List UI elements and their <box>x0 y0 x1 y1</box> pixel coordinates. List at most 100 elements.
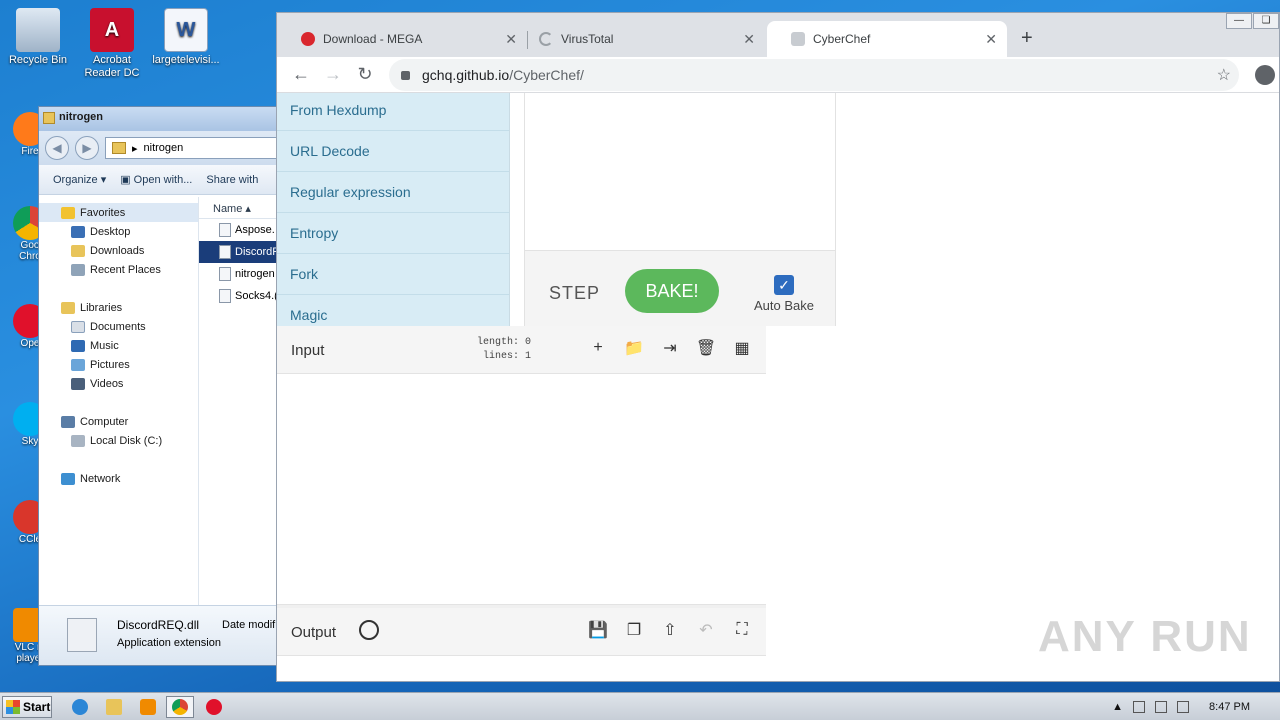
nav-item-downloads[interactable]: Downloads <box>39 241 198 260</box>
operation-item[interactable]: Magic <box>277 295 509 326</box>
address-bar[interactable]: gchq.github.io/CyberChef/ ☆ <box>389 59 1239 91</box>
profile-avatar-icon[interactable] <box>1255 65 1275 85</box>
minimize-button[interactable]: — <box>1226 13 1252 29</box>
explorer-address-bar: ◀ ▶ ▸ nitrogen <box>39 131 287 165</box>
nav-item-libraries[interactable]: Libraries <box>39 298 198 317</box>
tab-virustotal[interactable]: VirusTotal ✕ <box>515 21 765 57</box>
fullscreen-icon[interactable]: ⛶ <box>732 620 752 640</box>
nav-item-documents[interactable]: Documents <box>39 317 198 336</box>
nav-item-recent-places[interactable]: Recent Places <box>39 260 198 279</box>
address-field[interactable]: ▸ nitrogen <box>105 137 287 159</box>
network-icon[interactable] <box>1155 701 1168 713</box>
new-tab-button[interactable]: + <box>1021 27 1033 50</box>
explorer-window: nitrogen ◀ ▶ ▸ nitrogen Organize ▾ ▣ Ope… <box>38 106 288 666</box>
taskbar-opera[interactable] <box>200 696 228 718</box>
save-icon[interactable]: 💾 <box>588 620 608 640</box>
share-with-button[interactable]: Share with <box>206 174 258 186</box>
nav-item-network[interactable]: Network <box>39 469 198 488</box>
close-icon[interactable]: ✕ <box>985 31 997 48</box>
file-icon <box>219 223 231 237</box>
nav-item-favorites[interactable]: Favorites <box>39 203 198 222</box>
taskbar-media-player[interactable] <box>134 696 162 718</box>
libraries-icon <box>61 301 75 314</box>
operation-item[interactable]: Entropy <box>277 213 509 254</box>
start-button[interactable]: Start <box>2 696 52 718</box>
operation-item[interactable]: From Hexdump <box>277 93 509 131</box>
speaker-icon[interactable] <box>1133 701 1146 713</box>
dll-file-icon <box>219 245 231 259</box>
drive-icon <box>71 434 85 447</box>
taskbar-ie[interactable] <box>66 696 94 718</box>
taskbar-explorer[interactable] <box>100 696 128 718</box>
operation-item[interactable]: URL Decode <box>277 131 509 172</box>
open-folder-icon[interactable]: 📁 <box>624 338 644 358</box>
network-icon <box>61 472 75 485</box>
delete-icon[interactable]: 🗑 <box>696 338 716 358</box>
bake-button[interactable]: BAKE! <box>625 269 719 313</box>
checkbox-checked-icon[interactable]: ✓ <box>774 275 794 295</box>
length-value: 0 <box>525 337 532 348</box>
replace-input-icon[interactable]: ⇧ <box>660 620 680 640</box>
back-arrow-icon[interactable]: ← <box>285 59 317 91</box>
taskbar-chrome[interactable] <box>166 696 194 718</box>
pictures-icon <box>71 358 85 371</box>
open-file-icon[interactable]: ⇥ <box>660 338 680 358</box>
step-button[interactable]: STEP <box>549 283 600 304</box>
file-list: Name ▴ Aspose. DiscordR nitrogen Socks4.… <box>199 197 287 605</box>
open-with-button[interactable]: ▣ Open with... <box>120 173 192 186</box>
auto-bake-label: Auto Bake <box>754 298 814 313</box>
input-toolbar: + 📁 ⇥ 🗑 ▦ <box>588 338 752 358</box>
operation-item[interactable]: Fork <box>277 254 509 295</box>
nav-item-videos[interactable]: Videos <box>39 374 198 393</box>
back-button[interactable]: ◀ <box>45 136 69 160</box>
column-header-name[interactable]: Name ▴ <box>199 197 287 219</box>
file-row[interactable]: Aspose. <box>199 219 287 241</box>
flag-icon[interactable] <box>1177 701 1190 713</box>
restore-button[interactable]: ❏ <box>1253 13 1279 29</box>
close-icon[interactable]: ✕ <box>743 31 755 48</box>
clock[interactable]: 8:47 PM <box>1209 701 1250 713</box>
address-text: nitrogen <box>143 142 184 154</box>
details-file-type: Application extension <box>117 637 221 649</box>
add-input-icon[interactable]: + <box>588 338 608 358</box>
desktop-icon-word-doc[interactable]: W largetelevisi... <box>148 8 224 67</box>
clock-icon[interactable] <box>359 620 379 640</box>
tab-title: VirusTotal <box>561 32 614 46</box>
tray-expand-icon[interactable]: ▲ <box>1112 701 1123 713</box>
layout-icon[interactable]: ▦ <box>732 338 752 358</box>
cyberchef-app: From Hexdump URL Decode Regular expressi… <box>277 93 1279 681</box>
reload-icon[interactable]: ↻ <box>349 59 381 91</box>
nav-item-computer[interactable]: Computer <box>39 412 198 431</box>
opera-icon <box>206 699 222 715</box>
nav-item-desktop[interactable]: Desktop <box>39 222 198 241</box>
media-player-icon <box>140 699 156 715</box>
organize-button[interactable]: Organize ▾ <box>53 173 106 186</box>
nav-item-pictures[interactable]: Pictures <box>39 355 198 374</box>
forward-button[interactable]: ▶ <box>75 136 99 160</box>
nav-label: Music <box>90 339 119 352</box>
windows-logo-icon <box>6 700 20 714</box>
io-pane: Input length: 0 lines: 1 + 📁 ⇥ 🗑 ▦ Outpu… <box>277 326 766 681</box>
recipe-drop-area[interactable] <box>525 93 835 251</box>
file-row[interactable]: nitrogen <box>199 263 287 285</box>
file-row-selected[interactable]: DiscordR <box>199 241 287 263</box>
copy-icon[interactable]: ❐ <box>624 620 644 640</box>
operation-item[interactable]: Regular expression <box>277 172 509 213</box>
desktop-icon-acrobat[interactable]: A Acrobat Reader DC <box>74 8 150 80</box>
recipe-controls: STEP BAKE! ✓ Auto Bake <box>525 251 835 326</box>
file-icon <box>219 267 231 281</box>
forward-arrow-icon[interactable]: → <box>317 59 349 91</box>
auto-bake-toggle[interactable]: ✓ Auto Bake <box>749 275 819 313</box>
nav-item-music[interactable]: Music <box>39 336 198 355</box>
nav-label: Pictures <box>90 358 130 371</box>
input-textarea[interactable] <box>277 374 766 604</box>
nav-item-local-disk[interactable]: Local Disk (C:) <box>39 431 198 450</box>
undo-icon[interactable]: ↶ <box>696 620 716 640</box>
bookmark-star-icon[interactable]: ☆ <box>1217 65 1231 85</box>
desktop-icon-recycle-bin[interactable]: Recycle Bin <box>0 8 76 67</box>
tab-mega[interactable]: Download - MEGA ✕ <box>277 21 527 57</box>
tab-cyberchef[interactable]: CyberChef ✕ <box>767 21 1007 57</box>
file-row[interactable]: Socks4.( <box>199 285 287 307</box>
column-label: Name <box>213 203 243 215</box>
explorer-title-bar[interactable]: nitrogen <box>39 107 287 131</box>
